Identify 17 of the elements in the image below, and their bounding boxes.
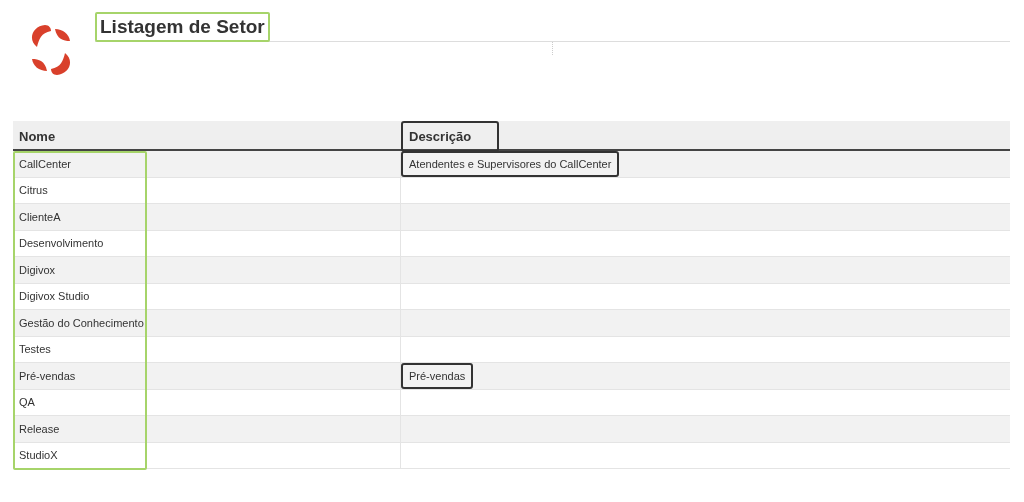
page-title: Listagem de Setor (95, 12, 270, 42)
table-cell-text: Digivox Studio (19, 289, 90, 304)
table-cell: Atendentes e Supervisores do CallCenter (401, 151, 620, 177)
table-cell-text: CallCenter (19, 156, 71, 172)
table-cell-text: Release (19, 421, 60, 437)
logo-icon (29, 25, 73, 75)
table-cell-text: Citrus (19, 183, 48, 198)
table-cell-text: Desenvolvimento (19, 236, 104, 251)
table-cell-text: Gestão do Conhecimento (19, 315, 144, 331)
table-cell-text: ClienteA (19, 209, 61, 225)
column-header: Nome (19, 127, 56, 146)
table-cell-text: StudioX (19, 448, 58, 463)
table-cell-text: Testes (19, 342, 51, 357)
table-cell-text: Pré-vendas (19, 368, 76, 384)
table-cell-text: QA (19, 395, 35, 410)
table-cell: Pré-vendas (401, 363, 474, 389)
table-cell-text: Digivox (19, 262, 56, 278)
